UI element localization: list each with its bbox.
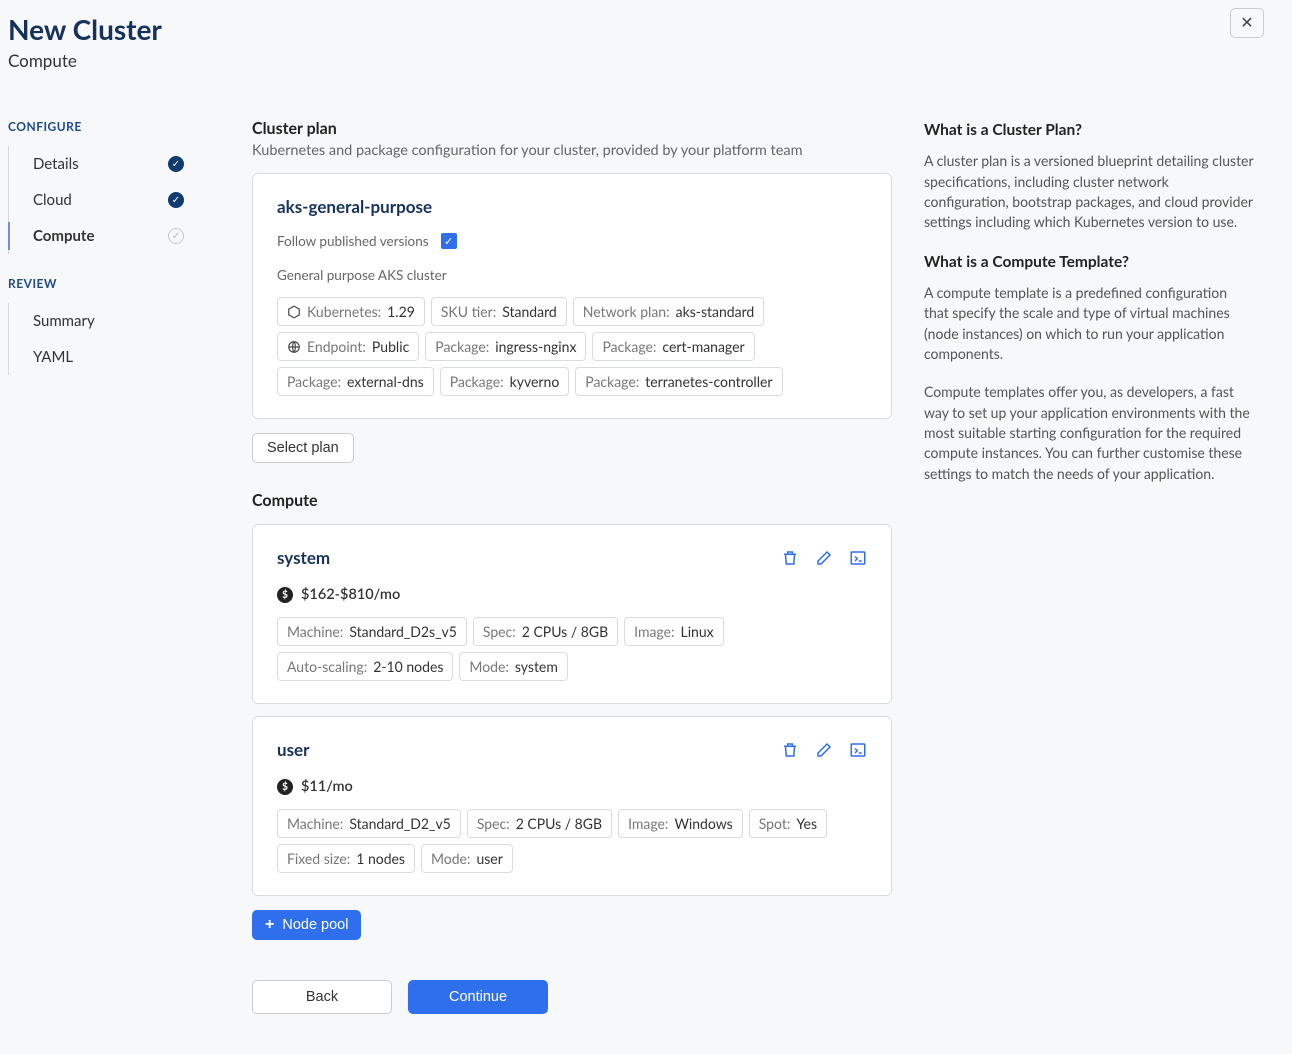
pool-price: $162-$810/mo — [301, 586, 400, 603]
sidebar-item-summary[interactable]: Summary — [9, 303, 220, 339]
page-title: New Cluster — [8, 12, 1284, 46]
delete-pool-button[interactable] — [781, 549, 799, 567]
info-heading: What is a Cluster Plan? — [924, 119, 1254, 141]
info-text: A compute template is a predefined confi… — [924, 283, 1254, 364]
delete-pool-button[interactable] — [781, 741, 799, 759]
terminal-icon — [849, 549, 867, 567]
sidebar-item-cloud[interactable]: Cloud ✓ — [9, 182, 220, 218]
tag-mode: Mode: system — [459, 652, 567, 681]
sidebar-item-label: Summary — [33, 312, 95, 330]
select-plan-button[interactable]: Select plan — [252, 433, 354, 463]
kubernetes-icon — [287, 305, 301, 319]
configure-section-label: CONFIGURE — [8, 119, 220, 134]
plan-name: aks-general-purpose — [277, 196, 867, 217]
tag-package: Package: terranetes-controller — [575, 367, 782, 396]
close-icon: ✕ — [1240, 13, 1253, 33]
close-button[interactable]: ✕ — [1230, 8, 1264, 38]
check-icon: ✓ — [168, 228, 184, 244]
sidebar-item-details[interactable]: Details ✓ — [9, 146, 220, 182]
dollar-icon: $ — [277, 587, 293, 603]
info-text: A cluster plan is a versioned blueprint … — [924, 151, 1254, 232]
follow-versions-checkbox[interactable]: ✓ — [441, 233, 457, 249]
sidebar-item-label: Details — [33, 155, 79, 173]
review-section-label: REVIEW — [8, 276, 220, 291]
page-subtitle: Compute — [8, 50, 1284, 71]
terminal-icon — [849, 741, 867, 759]
tag-endpoint: Endpoint: Public — [277, 332, 419, 361]
check-icon: ✓ — [168, 156, 184, 172]
node-pool-card: user $ $11/mo Machine: Standard_D2_v5 Sp… — [252, 716, 892, 896]
tag-machine: Machine: Standard_D2_v5 — [277, 809, 461, 838]
back-button[interactable]: Back — [252, 980, 392, 1014]
edit-pool-button[interactable] — [815, 549, 833, 567]
terminal-pool-button[interactable] — [849, 741, 867, 759]
cluster-plan-heading: Cluster plan — [252, 119, 892, 138]
tag-package: Package: kyverno — [440, 367, 570, 396]
tag-network-plan: Network plan: aks-standard — [573, 297, 765, 326]
globe-icon — [287, 340, 301, 354]
plus-icon: + — [265, 916, 274, 934]
continue-button[interactable]: Continue — [408, 980, 548, 1014]
pool-price: $11/mo — [301, 778, 353, 795]
tag-autoscaling: Auto-scaling: 2-10 nodes — [277, 652, 453, 681]
follow-versions-label: Follow published versions — [277, 233, 429, 249]
sidebar-item-label: Compute — [33, 227, 94, 245]
tag-package: Package: cert-manager — [592, 332, 754, 361]
edit-icon — [815, 741, 833, 759]
edit-pool-button[interactable] — [815, 741, 833, 759]
wizard-sidebar: CONFIGURE Details ✓ Cloud ✓ Compute ✓ RE… — [8, 119, 220, 1014]
tag-image: Image: Windows — [618, 809, 743, 838]
trash-icon — [781, 741, 799, 759]
tag-fixed-size: Fixed size: 1 nodes — [277, 844, 415, 873]
tag-kubernetes: Kubernetes: 1.29 — [277, 297, 425, 326]
sidebar-item-label: YAML — [33, 348, 73, 366]
tag-package: Package: ingress-nginx — [425, 332, 586, 361]
check-icon: ✓ — [168, 192, 184, 208]
add-node-pool-button[interactable]: + Node pool — [252, 910, 361, 940]
trash-icon — [781, 549, 799, 567]
edit-icon — [815, 549, 833, 567]
tag-sku-tier: SKU tier: Standard — [431, 297, 567, 326]
pool-name: system — [277, 547, 330, 568]
info-text: Compute templates offer you, as develope… — [924, 382, 1254, 483]
sidebar-item-compute[interactable]: Compute ✓ — [9, 218, 220, 254]
terminal-pool-button[interactable] — [849, 549, 867, 567]
sidebar-item-label: Cloud — [33, 191, 72, 209]
sidebar-item-yaml[interactable]: YAML — [9, 339, 220, 375]
compute-heading: Compute — [252, 491, 892, 510]
tag-mode: Mode: user — [421, 844, 513, 873]
tag-machine: Machine: Standard_D2s_v5 — [277, 617, 467, 646]
tag-spec: Spec: 2 CPUs / 8GB — [473, 617, 618, 646]
info-heading: What is a Compute Template? — [924, 251, 1254, 273]
tag-spec: Spec: 2 CPUs / 8GB — [467, 809, 612, 838]
plan-description: General purpose AKS cluster — [277, 267, 867, 283]
cluster-plan-card: aks-general-purpose Follow published ver… — [252, 173, 892, 419]
tag-spot: Spot: Yes — [749, 809, 827, 838]
tag-image: Image: Linux — [624, 617, 724, 646]
tag-package: Package: external-dns — [277, 367, 434, 396]
dollar-icon: $ — [277, 779, 293, 795]
pool-name: user — [277, 739, 309, 760]
node-pool-card: system $ $162-$810/mo Machine: Standard_… — [252, 524, 892, 704]
info-panel: What is a Cluster Plan? A cluster plan i… — [924, 119, 1254, 1014]
cluster-plan-subheading: Kubernetes and package configuration for… — [252, 142, 892, 159]
